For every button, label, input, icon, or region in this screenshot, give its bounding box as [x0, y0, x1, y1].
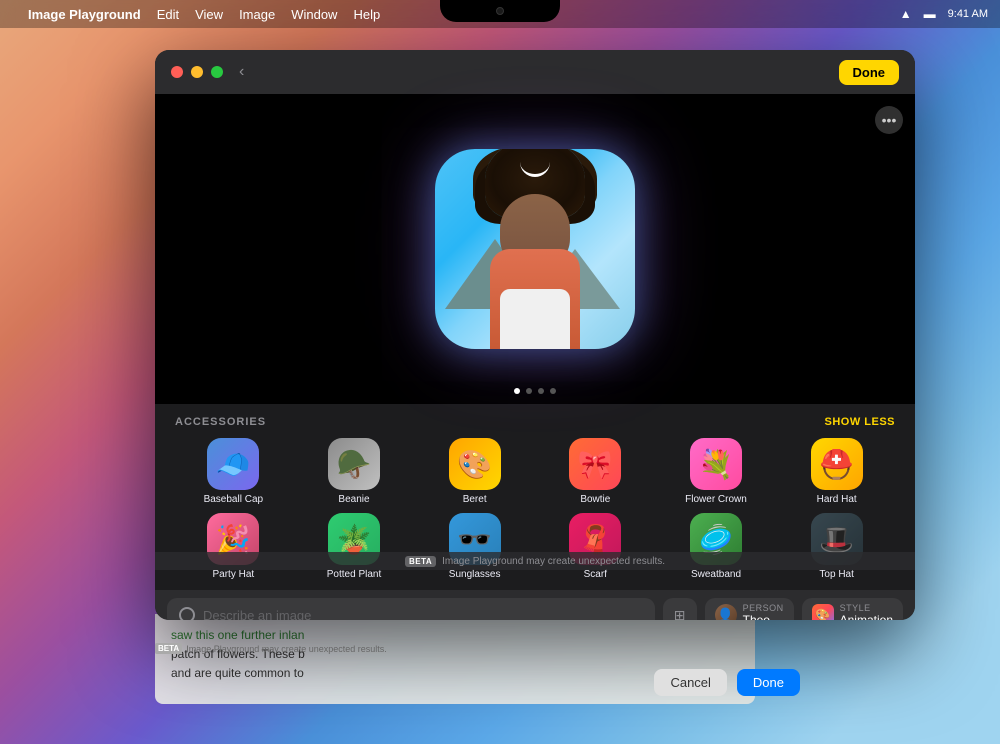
- notes-text-2: and are quite common to: [171, 666, 304, 680]
- person-avatar: 👤: [715, 604, 737, 620]
- search-placeholder-text: Describe an image: [203, 608, 311, 621]
- style-sublabel: STYLE: [840, 603, 893, 613]
- image-display-area: •••: [155, 94, 915, 404]
- menu-item-window[interactable]: Window: [291, 7, 337, 22]
- portrait-figure: [455, 159, 615, 349]
- accessory-icon-0: 🧢: [207, 438, 259, 490]
- clock-display: 9:41 AM: [948, 8, 988, 20]
- beta-notice-text: Image Playground may create unexpected r…: [442, 556, 665, 567]
- search-icon: [179, 607, 195, 620]
- accessory-icon-5: ⛑️: [811, 438, 863, 490]
- accessories-title: ACCESSORIES: [175, 416, 266, 428]
- page-indicator: [514, 388, 556, 394]
- minimize-button[interactable]: [191, 66, 203, 78]
- traffic-lights: [171, 66, 223, 78]
- style-name: Animation: [840, 613, 893, 620]
- more-icon: •••: [882, 112, 897, 128]
- person-body: [490, 249, 580, 349]
- accessory-label-4: Flower Crown: [685, 494, 747, 505]
- beta-notice-bar: BETA Image Playground may create unexpec…: [155, 552, 915, 570]
- accessory-icon-4: 💐: [690, 438, 742, 490]
- notes-beta-text: Image Playground may create unexpected r…: [186, 644, 387, 654]
- page-dot-4[interactable]: [550, 388, 556, 394]
- notes-done-button[interactable]: Done: [737, 669, 800, 696]
- search-icon-wrapper: [179, 607, 195, 620]
- camera-button[interactable]: ⊞: [663, 598, 697, 620]
- accessory-item-flower-crown[interactable]: 💐 Flower Crown: [658, 438, 775, 505]
- accessory-icon-3: 🎀: [569, 438, 621, 490]
- window-done-button[interactable]: Done: [839, 60, 900, 85]
- portrait-background: [435, 149, 635, 349]
- battery-icon: ▬: [924, 7, 936, 21]
- accessory-label-7: Potted Plant: [327, 569, 381, 580]
- menu-item-edit[interactable]: Edit: [157, 7, 179, 22]
- person-sublabel: PERSON: [743, 603, 784, 613]
- app-window: ‹ Done •••: [155, 50, 915, 620]
- search-field[interactable]: Describe an image: [167, 598, 655, 620]
- person-name: Theo: [743, 613, 784, 620]
- back-button[interactable]: ‹: [239, 63, 244, 81]
- more-options-button[interactable]: •••: [875, 106, 903, 134]
- accessory-item-baseball-cap[interactable]: 🧢 Baseball Cap: [175, 438, 292, 505]
- page-dot-2[interactable]: [526, 388, 532, 394]
- accessory-icon-2: 🎨: [449, 438, 501, 490]
- menu-item-app[interactable]: Image Playground: [28, 7, 141, 22]
- camera-notch: [440, 0, 560, 22]
- accessory-label-6: Party Hat: [212, 569, 254, 580]
- notes-green-text: saw this one further inlan: [171, 628, 304, 642]
- style-icon: 🎨: [812, 604, 834, 620]
- accessory-icon-1: 🪖: [328, 438, 380, 490]
- accessory-item-hard-hat[interactable]: ⛑️ Hard Hat: [778, 438, 895, 505]
- person-chip[interactable]: 👤 PERSON Theo: [705, 598, 794, 620]
- accessory-label-11: Top Hat: [819, 569, 853, 580]
- page-dot-3[interactable]: [538, 388, 544, 394]
- portrait-card: [435, 149, 635, 349]
- accessory-label-8: Sunglasses: [449, 569, 501, 580]
- show-less-button[interactable]: SHOW LESS: [824, 416, 895, 428]
- beta-badge: BETA: [405, 556, 436, 567]
- accessory-item-bowtie[interactable]: 🎀 Bowtie: [537, 438, 654, 505]
- accessory-item-beanie[interactable]: 🪖 Beanie: [296, 438, 413, 505]
- accessory-label-3: Bowtie: [580, 494, 610, 505]
- close-button[interactable]: [171, 66, 183, 78]
- accessories-header: ACCESSORIES SHOW LESS: [175, 416, 895, 428]
- menu-item-view[interactable]: View: [195, 7, 223, 22]
- menu-bar-right: ▲ ▬ 9:41 AM: [900, 7, 988, 21]
- notes-beta-badge: BETA: [155, 643, 182, 654]
- style-chip-label: STYLE Animation: [840, 603, 893, 620]
- accessory-label-2: Beret: [463, 494, 487, 505]
- notes-action-buttons: Cancel Done: [654, 669, 800, 696]
- maximize-button[interactable]: [211, 66, 223, 78]
- page-dot-1[interactable]: [514, 388, 520, 394]
- wifi-icon: ▲: [900, 7, 912, 21]
- camera-dot: [496, 7, 504, 15]
- accessory-label-5: Hard Hat: [817, 494, 857, 505]
- title-bar: ‹ Done: [155, 50, 915, 94]
- accessory-label-0: Baseball Cap: [204, 494, 263, 505]
- menu-item-image[interactable]: Image: [239, 7, 275, 22]
- notes-beta-area: BETA Image Playground may create unexpec…: [155, 643, 387, 654]
- accessory-item-beret[interactable]: 🎨 Beret: [416, 438, 533, 505]
- menu-item-help[interactable]: Help: [353, 7, 380, 22]
- person-shirt: [500, 289, 570, 349]
- bottom-toolbar: Describe an image ⊞ 👤 PERSON Theo 🎨 STYL…: [155, 590, 915, 620]
- camera-icon: ⊞: [674, 607, 686, 621]
- person-chip-label: PERSON Theo: [743, 603, 784, 620]
- generated-image-container: [435, 149, 635, 349]
- style-chip[interactable]: 🎨 STYLE Animation: [802, 598, 903, 620]
- notes-cancel-button[interactable]: Cancel: [654, 669, 726, 696]
- menu-bar-left: Image Playground Edit View Image Window …: [12, 7, 380, 22]
- accessory-label-1: Beanie: [338, 494, 369, 505]
- accessory-label-9: Scarf: [584, 569, 607, 580]
- accessory-label-10: Sweatband: [691, 569, 741, 580]
